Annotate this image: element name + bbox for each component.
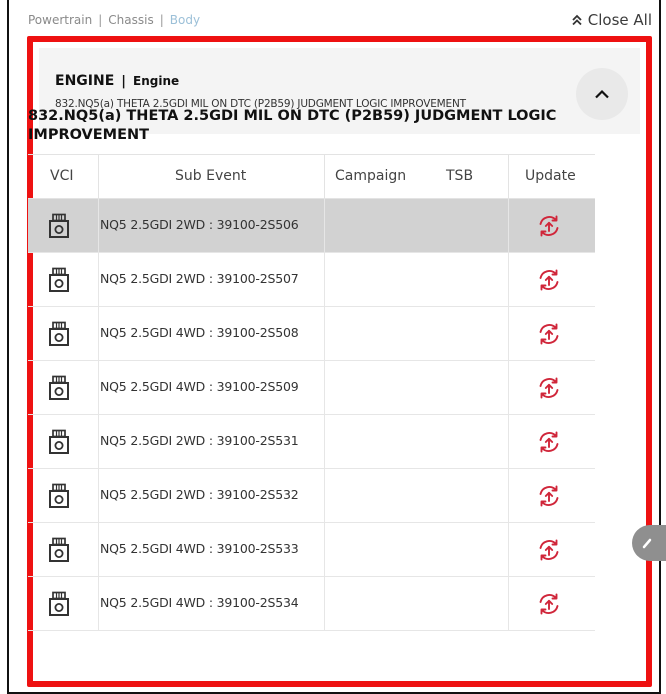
sub-event-label: NQ5 2.5GDI 4WD : 39100-2S533 (100, 541, 299, 556)
update-sync-icon[interactable] (535, 212, 563, 240)
category-separator: | (98, 13, 103, 27)
vci-device-icon (48, 267, 70, 293)
category-powertrain[interactable]: Powertrain (28, 13, 92, 27)
header-sub-event: Sub Event (175, 168, 247, 184)
column-divider (324, 307, 325, 360)
header-update: Update (525, 168, 576, 184)
double-chevron-up-icon (572, 14, 582, 26)
table-row[interactable]: NQ5 2.5GDI 4WD : 39100-2S533 (28, 523, 595, 577)
vci-device-icon (48, 321, 70, 347)
sub-event-table: VCI Sub Event Campaign TSB Update NQ5 2.… (28, 154, 595, 631)
vci-device-icon (48, 537, 70, 563)
sub-event-label: NQ5 2.5GDI 4WD : 39100-2S509 (100, 379, 299, 394)
column-divider (508, 523, 509, 576)
table-row[interactable]: NQ5 2.5GDI 2WD : 39100-2S532 (28, 469, 595, 523)
sub-event-label: NQ5 2.5GDI 2WD : 39100-2S506 (100, 217, 299, 232)
category-bar: Powertrain | Chassis | Body Close All (28, 10, 652, 30)
column-divider (508, 361, 509, 414)
vci-device-icon (48, 591, 70, 617)
column-divider (324, 415, 325, 468)
column-divider (324, 155, 325, 198)
chevron-up-icon (595, 89, 609, 99)
column-divider (324, 469, 325, 522)
column-divider (508, 199, 509, 252)
column-divider (508, 577, 509, 630)
close-all-button[interactable]: Close All (571, 11, 652, 29)
header-campaign: Campaign (335, 168, 407, 184)
column-divider (98, 155, 99, 198)
table-row[interactable]: NQ5 2.5GDI 2WD : 39100-2S506 (28, 199, 595, 253)
update-sync-icon[interactable] (535, 536, 563, 564)
category-links: Powertrain | Chassis | Body (28, 13, 200, 27)
pencil-icon (642, 538, 652, 549)
column-divider (508, 307, 509, 360)
sub-event-label: NQ5 2.5GDI 2WD : 39100-2S532 (100, 487, 299, 502)
update-sync-icon[interactable] (535, 482, 563, 510)
column-divider (508, 469, 509, 522)
column-divider (98, 523, 99, 576)
event-title: 832.NQ5(a) THETA 2.5GDI MIL ON DTC (P2B5… (28, 108, 557, 143)
table-body: NQ5 2.5GDI 2WD : 39100-2S506 NQ5 2.5GDI 2… (28, 199, 595, 631)
column-divider (98, 469, 99, 522)
update-sync-icon[interactable] (535, 374, 563, 402)
column-divider (508, 415, 509, 468)
collapse-toggle-button[interactable] (576, 68, 628, 120)
title-separator: | (121, 74, 127, 89)
close-all-label: Close All (587, 11, 652, 29)
table-row[interactable]: NQ5 2.5GDI 2WD : 39100-2S531 (28, 415, 595, 469)
column-divider (508, 253, 509, 306)
vci-device-icon (48, 483, 70, 509)
table-row[interactable]: NQ5 2.5GDI 2WD : 39100-2S507 (28, 253, 595, 307)
header-tsb: TSB (446, 168, 474, 184)
column-divider (98, 199, 99, 252)
column-divider (324, 199, 325, 252)
table-row[interactable]: NQ5 2.5GDI 4WD : 39100-2S509 (28, 361, 595, 415)
update-sync-icon[interactable] (535, 266, 563, 294)
column-divider (98, 577, 99, 630)
category-chassis[interactable]: Chassis (108, 13, 153, 27)
category-body[interactable]: Body (170, 13, 200, 27)
column-divider (98, 415, 99, 468)
side-scroll-handle[interactable] (632, 525, 666, 561)
table-row[interactable]: NQ5 2.5GDI 4WD : 39100-2S534 (28, 577, 595, 631)
update-sync-icon[interactable] (535, 590, 563, 618)
section-title-row: ENGINE | Engine (55, 73, 179, 89)
column-divider (324, 577, 325, 630)
column-divider (324, 523, 325, 576)
header-vci: VCI (50, 168, 74, 184)
column-divider (324, 361, 325, 414)
sub-event-label: NQ5 2.5GDI 2WD : 39100-2S531 (100, 433, 299, 448)
column-divider (98, 361, 99, 414)
category-separator: | (159, 13, 164, 27)
vci-device-icon (48, 213, 70, 239)
sub-event-label: NQ5 2.5GDI 2WD : 39100-2S507 (100, 271, 299, 286)
update-sync-icon[interactable] (535, 320, 563, 348)
update-sync-icon[interactable] (535, 428, 563, 456)
sub-event-label: NQ5 2.5GDI 4WD : 39100-2S508 (100, 325, 299, 340)
vci-device-icon (48, 375, 70, 401)
section-title: ENGINE (55, 73, 115, 89)
vci-device-icon (48, 429, 70, 455)
table-row[interactable]: NQ5 2.5GDI 4WD : 39100-2S508 (28, 307, 595, 361)
table-header: VCI Sub Event Campaign TSB Update (28, 154, 595, 199)
section-subtitle: Engine (133, 74, 180, 88)
column-divider (324, 253, 325, 306)
column-divider (98, 253, 99, 306)
column-divider (508, 155, 509, 198)
column-divider (98, 307, 99, 360)
sub-event-label: NQ5 2.5GDI 4WD : 39100-2S534 (100, 595, 299, 610)
